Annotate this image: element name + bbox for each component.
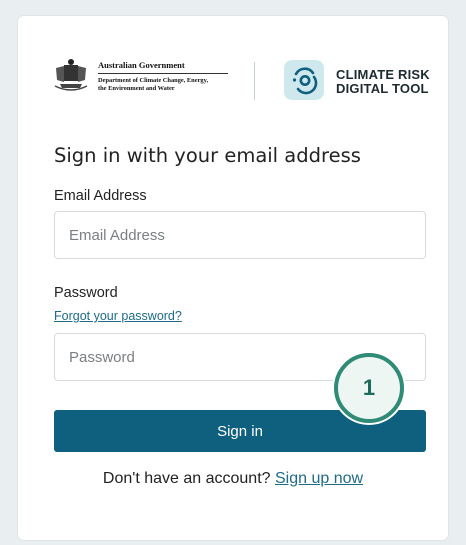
sign-up-link[interactable]: Sign up now: [275, 470, 363, 487]
coat-of-arms-icon: [54, 59, 88, 91]
email-input[interactable]: [54, 211, 426, 259]
product-name-line-2: DIGITAL TOOL: [336, 81, 429, 96]
department-line-1: Department of Climate Change, Energy,: [98, 77, 209, 84]
government-name: Australian Government: [98, 60, 228, 74]
product-name-line-1: CLIMATE RISK: [336, 67, 430, 82]
forgot-password-link[interactable]: Forgot your password?: [54, 309, 182, 323]
header-divider: [254, 62, 255, 100]
header: Australian Government Department of Clim…: [18, 16, 448, 146]
department-line-2: the Environment and Water: [98, 85, 175, 92]
page-title: Sign in with your email address: [54, 144, 361, 167]
product-name: CLIMATE RISK DIGITAL TOOL: [336, 68, 430, 96]
australian-government-logo: Australian Government Department of Clim…: [52, 56, 242, 108]
department-name: Department of Climate Change, Energy, th…: [98, 77, 238, 93]
climate-risk-logo-icon: [284, 60, 324, 100]
signup-prompt: Don't have an account?: [102, 470, 271, 487]
email-label: Email Address: [54, 188, 147, 204]
step-number-badge: 1: [334, 353, 404, 423]
government-text: Australian Government Department of Clim…: [98, 60, 238, 93]
password-label: Password: [54, 285, 118, 301]
sign-in-card: Australian Government Department of Clim…: [18, 16, 448, 540]
signup-row: Don't have an account? Sign up now: [18, 470, 448, 488]
